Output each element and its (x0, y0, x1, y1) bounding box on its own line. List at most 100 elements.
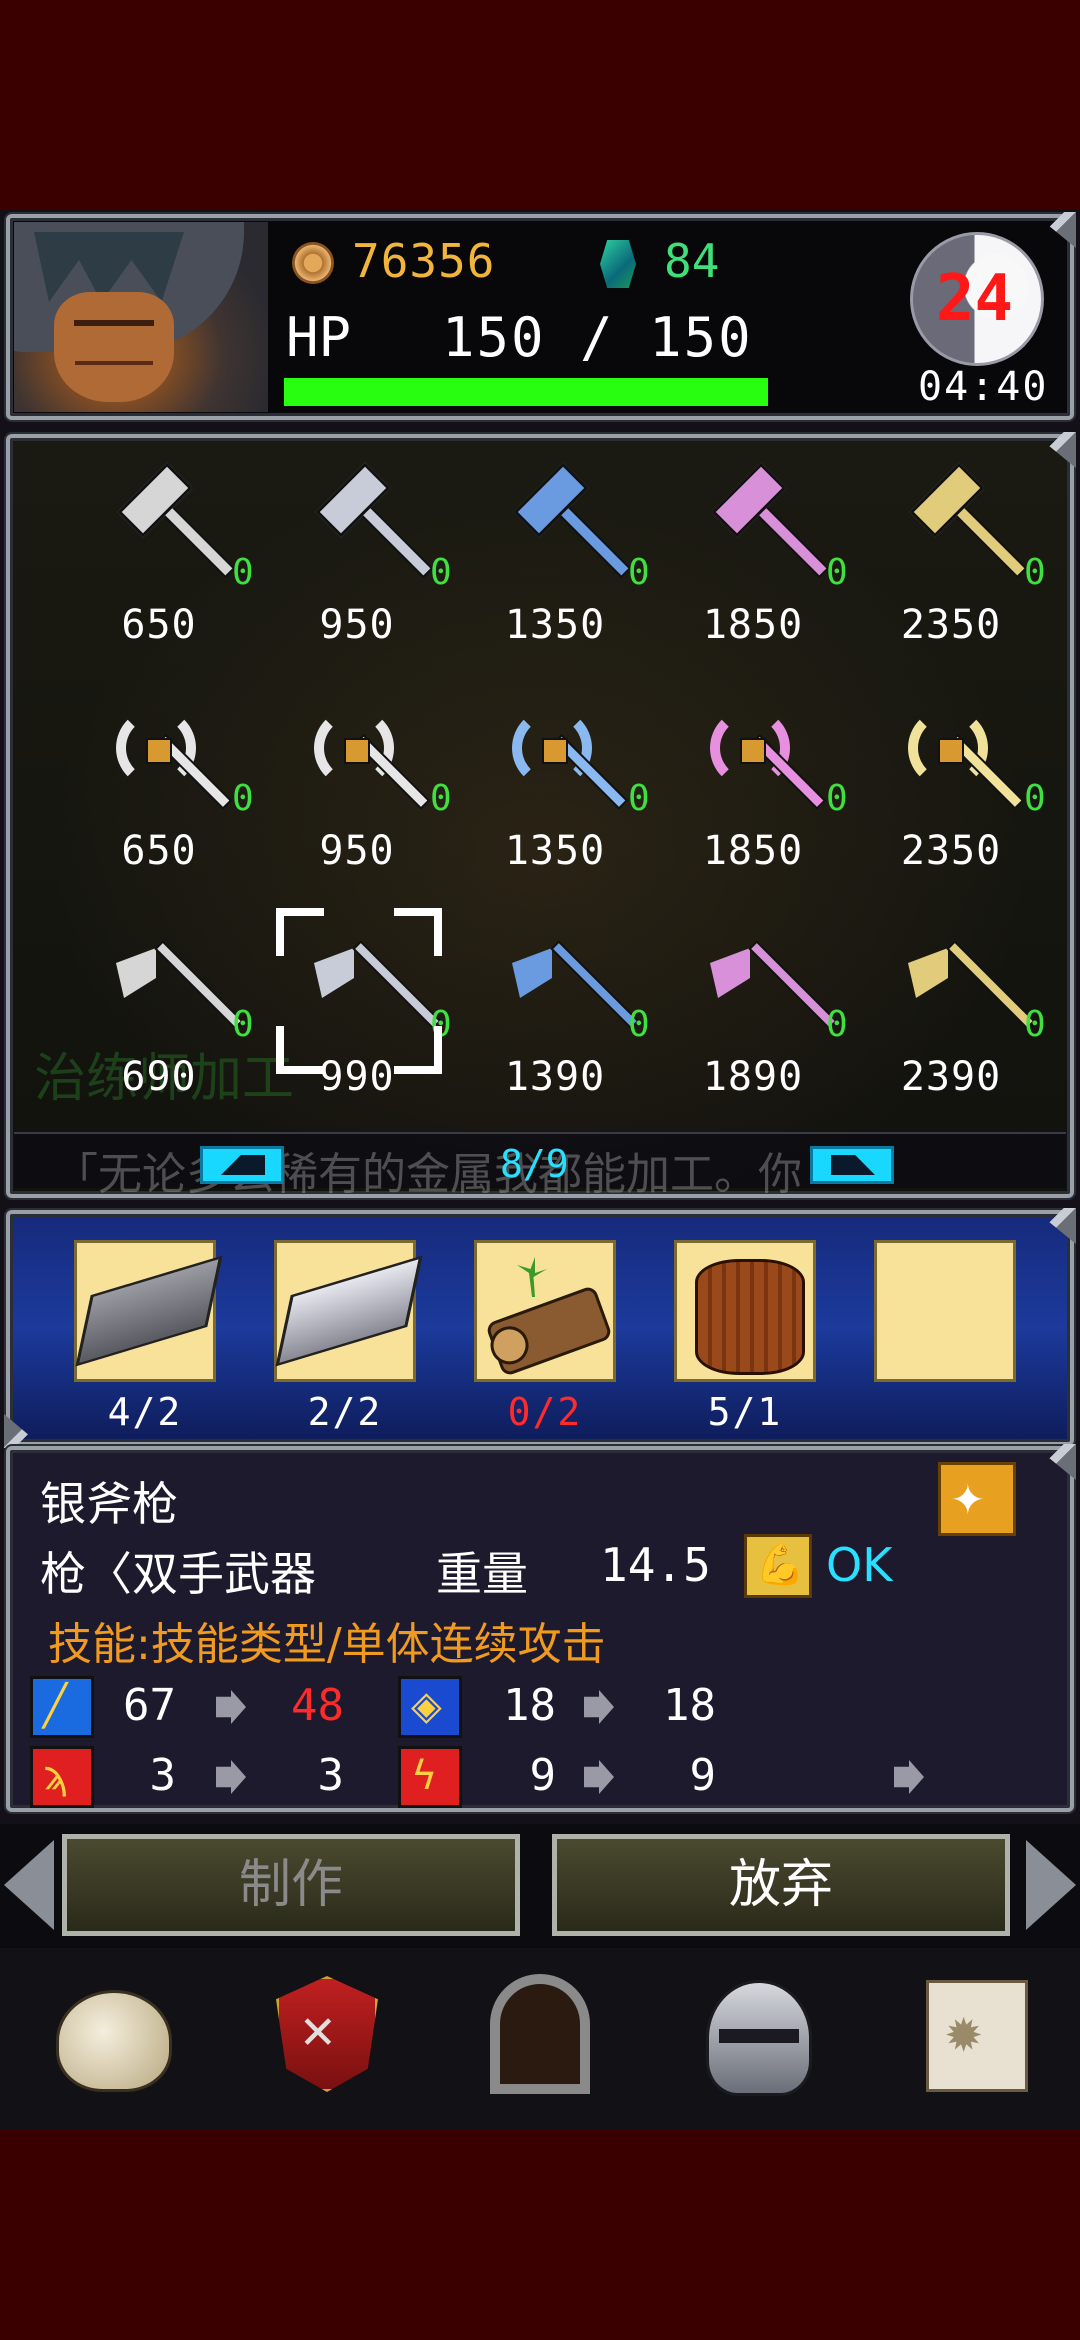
nav-item-map[interactable] (900, 1970, 1040, 2100)
axe-icon (700, 700, 824, 810)
gem-icon (600, 240, 636, 288)
resist-shield-icon: ϟ (398, 1746, 462, 1808)
defense-current: 18 (503, 1680, 556, 1731)
axe-icon (502, 700, 626, 810)
left-ornament-icon (4, 1840, 54, 1930)
npc-dialogue-ticker: 「无论多么稀有的金属我都能加工。你 (54, 1149, 802, 1200)
item-name: 银斧枪 (40, 1477, 178, 1531)
material-slot[interactable] (274, 1240, 423, 1382)
owned-count: 0 (628, 1004, 650, 1045)
game-screen: 76356 84 HP 150 / 150 24 04:40 治练师加工 「无论… (0, 210, 1080, 2130)
nav-item-bag[interactable] (36, 1970, 176, 2100)
hp-bar (284, 378, 768, 406)
dungeon-door-icon (490, 1974, 590, 2094)
material-count: 4/2 (107, 1390, 183, 1434)
frame-corner (4, 1414, 44, 1448)
attack-current: 67 (123, 1680, 176, 1731)
gold-coin-icon (292, 242, 334, 284)
material-count: 5/1 (707, 1390, 783, 1434)
frame-corner (1032, 212, 1076, 248)
axe-icon (106, 700, 230, 810)
battle-emblem-icon (276, 1976, 378, 2092)
favorite-star-button[interactable] (938, 1462, 1016, 1536)
recipe-slot[interactable]: 0 1390 (456, 910, 656, 1136)
gem-amount: 84 (664, 234, 720, 288)
owned-count: 0 (430, 552, 452, 593)
recipe-slot[interactable]: 0 1890 (654, 910, 854, 1136)
owned-count: 0 (628, 552, 650, 593)
recipe-slot[interactable]: 0 1850 (654, 684, 854, 910)
material-slot[interactable] (474, 1240, 616, 1382)
owned-count: 0 (1024, 552, 1046, 593)
defense-new: 18 (663, 1680, 716, 1731)
magic-current: 3 (149, 1750, 177, 1801)
recipe-slot[interactable]: 0 2350 (852, 684, 1052, 910)
recipe-slot[interactable]: 0 950 (258, 458, 458, 684)
craft-price: 2350 (900, 828, 1002, 874)
action-bar: 制作 放弃 (0, 1824, 1080, 1948)
recipe-slot[interactable]: 0 1350 (456, 684, 656, 910)
material-count: 0/2 (507, 1390, 583, 1434)
owned-count: 0 (232, 778, 254, 819)
gold-amount: 76356 (352, 234, 496, 288)
skill-description: 技能:技能类型/单体连续攻击 (48, 1619, 606, 1670)
hammer-icon (502, 462, 629, 584)
recipe-slot[interactable]: 0 650 (60, 684, 260, 910)
defense-shield-icon: ◈ (398, 1676, 462, 1738)
material-count: 2/2 (307, 1390, 383, 1434)
equipment-helmet-icon (706, 1980, 812, 2096)
material-slot[interactable] (74, 1240, 223, 1382)
strength-requirement-icon (744, 1534, 812, 1598)
axe-icon (304, 700, 428, 810)
wooden-barrel-icon (695, 1259, 805, 1375)
prev-page-button[interactable] (200, 1146, 284, 1184)
selection-cursor (276, 908, 442, 1074)
recipe-slot[interactable]: 0 1350 (456, 458, 656, 684)
owned-count: 0 (826, 552, 848, 593)
arrow-right-icon (216, 1690, 246, 1724)
sprout-icon (517, 1257, 547, 1297)
axe-icon (898, 700, 1022, 810)
item-category: 枪〈双手武器 (40, 1547, 316, 1601)
owned-count: 0 (826, 778, 848, 819)
magic-staff-icon: ϡ (30, 1746, 94, 1808)
owned-count: 0 (232, 552, 254, 593)
more-stats-arrow-icon[interactable] (894, 1760, 924, 1794)
abandon-button[interactable]: 放弃 (552, 1834, 1010, 1936)
owned-count: 0 (232, 1004, 254, 1045)
pager-bar: 「无论多么稀有的金属我都能加工。你 8/9 (14, 1132, 1066, 1200)
recipe-slot[interactable]: 0 650 (60, 458, 260, 684)
recipe-slot[interactable]: 0 2390 (852, 910, 1052, 1136)
arrow-right-icon (584, 1760, 614, 1794)
recipe-slot[interactable]: 0 2350 (852, 458, 1052, 684)
nav-item-battle[interactable] (252, 1970, 392, 2100)
recipe-slot[interactable]: 0 690 (60, 910, 260, 1136)
day-counter: 24 (936, 262, 1014, 336)
map-scroll-icon (926, 1980, 1028, 2092)
craft-price: 2350 (900, 602, 1002, 648)
halberd-icon (106, 926, 241, 1036)
craft-button[interactable]: 制作 (62, 1834, 520, 1936)
owned-count: 0 (1024, 778, 1046, 819)
hammer-icon (106, 462, 233, 584)
arrow-right-icon (584, 1690, 614, 1724)
next-page-button[interactable] (810, 1146, 894, 1184)
attack-new: 48 (291, 1680, 344, 1731)
recipe-grid: 治练师加工 「无论多么稀有的金属我都能加工。你 8/9 0 650 0 950 0 135… (6, 432, 1076, 1200)
material-slot[interactable] (874, 1240, 1016, 1382)
recipe-slot[interactable]: 0 950 (258, 684, 458, 910)
iron-ingot-icon (75, 1255, 223, 1367)
hero-portrait[interactable] (14, 222, 268, 412)
frame-corner (1032, 1208, 1076, 1244)
item-bag-icon (56, 1990, 172, 2092)
bottom-nav (0, 1950, 1080, 2130)
page-indicator: 8/9 (500, 1142, 569, 1186)
hammer-icon (898, 462, 1025, 584)
nav-item-dungeon[interactable] (468, 1970, 608, 2100)
hammer-icon (700, 462, 827, 584)
attack-sword-icon: ╱ (30, 1676, 94, 1738)
owned-count: 0 (826, 1004, 848, 1045)
recipe-slot[interactable]: 0 1850 (654, 458, 854, 684)
material-slot[interactable] (674, 1240, 816, 1382)
nav-item-equipment[interactable] (684, 1970, 824, 2100)
